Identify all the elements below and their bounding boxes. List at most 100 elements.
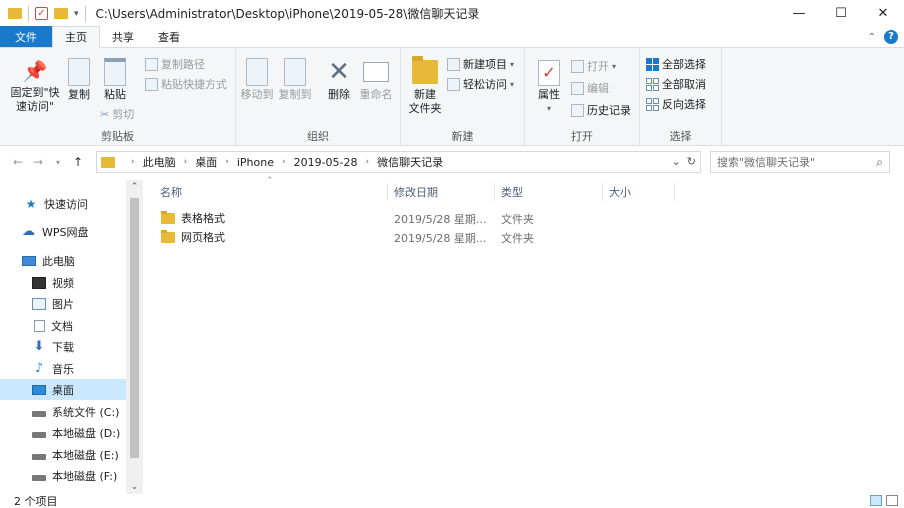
tab-file[interactable]: 文件 bbox=[0, 26, 52, 47]
picture-icon bbox=[32, 297, 46, 310]
column-header-name[interactable]: 名称 bbox=[160, 181, 182, 203]
scrollbar-thumb[interactable] bbox=[130, 198, 139, 458]
breadcrumb-separator-icon[interactable]: › bbox=[366, 157, 370, 167]
delete-label: 删除 bbox=[328, 88, 350, 101]
table-row[interactable]: 表格格式 2019/5/28 星期... 文件夹 bbox=[153, 208, 534, 227]
tab-home[interactable]: 主页 bbox=[52, 26, 100, 48]
easy-access-button[interactable]: 轻松访问 ▾ bbox=[447, 76, 514, 92]
breadcrumb-separator-icon[interactable]: › bbox=[184, 157, 188, 167]
separator bbox=[84, 5, 86, 22]
breadcrumb-separator-icon[interactable]: › bbox=[282, 157, 286, 167]
cut-button[interactable]: ✂ 剪切 bbox=[100, 106, 134, 122]
recent-locations-chevron-icon[interactable]: ▾ bbox=[48, 158, 68, 167]
large-icons-view-icon[interactable] bbox=[886, 495, 898, 506]
desktop-icon bbox=[32, 384, 46, 395]
new-item-button[interactable]: 新建项目 ▾ bbox=[447, 56, 514, 72]
navigation-scrollbar[interactable]: ⌃ ⌄ bbox=[126, 180, 143, 494]
nav-item-pictures[interactable]: 图片 bbox=[0, 293, 126, 314]
edit-button[interactable]: 编辑 bbox=[571, 80, 609, 96]
new-folder-button[interactable]: 新建 文件夹 bbox=[405, 56, 445, 116]
nav-item-label: 视频 bbox=[52, 276, 74, 290]
delete-icon: ✕ bbox=[328, 57, 350, 87]
column-divider[interactable] bbox=[494, 183, 495, 201]
nav-item-drive-e[interactable]: 本地磁盘 (E:) bbox=[0, 444, 126, 465]
properties-quick-icon[interactable]: ✓ bbox=[35, 7, 48, 20]
nav-item-drive-f[interactable]: 本地磁盘 (F:) bbox=[0, 465, 126, 486]
clipboard-group: 📌 固定到"快 速访问" 复制 粘贴 复制路径 粘贴快捷方式 ✂ 剪切 剪贴板 bbox=[0, 48, 236, 146]
scroll-up-icon[interactable]: ⌃ bbox=[126, 182, 143, 192]
nav-item-label: 本地磁盘 (D:) bbox=[52, 426, 121, 440]
paste-button[interactable]: 粘贴 bbox=[100, 58, 130, 102]
column-header-date[interactable]: 修改日期 bbox=[394, 181, 438, 203]
cloud-icon: ☁ bbox=[22, 223, 35, 239]
nav-item-drive-d[interactable]: 本地磁盘 (D:) bbox=[0, 422, 126, 443]
nav-item-desktop[interactable]: 桌面 bbox=[0, 379, 126, 400]
history-button[interactable]: 历史记录 bbox=[571, 102, 631, 118]
breadcrumb-item[interactable]: 此电脑 bbox=[143, 154, 176, 170]
address-history-chevron-icon[interactable]: ⌄ bbox=[672, 155, 681, 168]
up-arrow-icon[interactable]: ↑ bbox=[68, 155, 88, 169]
refresh-icon[interactable]: ↻ bbox=[687, 155, 696, 168]
breadcrumb-item[interactable]: 2019-05-28 bbox=[294, 156, 358, 169]
scroll-down-icon[interactable]: ⌄ bbox=[126, 482, 143, 492]
rename-button[interactable]: 重命名 bbox=[358, 58, 394, 102]
breadcrumb-item[interactable]: iPhone bbox=[237, 156, 274, 169]
open-button[interactable]: 打开 ▾ bbox=[571, 58, 616, 74]
ribbon-tabs: 文件 主页 共享 查看 ⌃ ? bbox=[0, 26, 904, 48]
help-icon[interactable]: ? bbox=[884, 30, 898, 44]
nav-item-downloads[interactable]: ⬇ 下载 bbox=[0, 336, 126, 357]
nav-item-videos[interactable]: 视频 bbox=[0, 272, 126, 293]
nav-item-music[interactable]: ♪ 音乐 bbox=[0, 358, 126, 379]
minimize-button[interactable]: — bbox=[778, 0, 820, 27]
column-header-size[interactable]: 大小 bbox=[609, 181, 631, 203]
column-divider[interactable] bbox=[387, 183, 388, 201]
breadcrumb-item[interactable]: 微信聊天记录 bbox=[377, 154, 443, 170]
invert-selection-button[interactable]: 反向选择 bbox=[646, 96, 706, 112]
details-view-icon[interactable] bbox=[870, 495, 882, 506]
search-icon[interactable]: ⌕ bbox=[876, 155, 883, 170]
copy-button[interactable]: 复制 bbox=[64, 58, 94, 102]
easy-access-label: 轻松访问 bbox=[463, 78, 507, 91]
nav-item-documents[interactable]: 文档 bbox=[0, 315, 126, 336]
file-type: 文件夹 bbox=[501, 213, 534, 226]
breadcrumb-separator-icon[interactable]: › bbox=[131, 157, 135, 167]
nav-item-wps-cloud[interactable]: ☁ WPS网盘 bbox=[0, 221, 126, 242]
table-row[interactable]: 网页格式 2019/5/28 星期... 文件夹 bbox=[153, 227, 534, 246]
customize-toolbar-arrow-icon[interactable]: ▾ bbox=[74, 9, 79, 19]
folder-icon bbox=[101, 156, 115, 168]
select-group-label: 选择 bbox=[669, 130, 692, 143]
dropdown-arrow-icon: ▾ bbox=[510, 79, 515, 89]
select-none-button[interactable]: 全部取消 bbox=[646, 76, 706, 92]
search-box[interactable]: ⌕ bbox=[710, 151, 890, 173]
new-folder-quick-icon[interactable] bbox=[54, 8, 68, 19]
column-header-type[interactable]: 类型 bbox=[501, 181, 523, 203]
collapse-ribbon-icon[interactable]: ⌃ bbox=[868, 32, 876, 43]
nav-item-this-pc[interactable]: 此电脑 bbox=[0, 250, 126, 271]
paste-shortcut-button[interactable]: 粘贴快捷方式 bbox=[145, 76, 227, 92]
maximize-button[interactable]: ☐ bbox=[820, 0, 862, 27]
nav-item-label: 快速访问 bbox=[44, 197, 88, 211]
select-all-button[interactable]: 全部选择 bbox=[646, 56, 706, 72]
tab-view[interactable]: 查看 bbox=[146, 26, 192, 47]
breadcrumb-separator-icon[interactable]: › bbox=[225, 157, 229, 167]
pin-quick-access-button[interactable]: 📌 固定到"快 速访问" bbox=[6, 58, 64, 114]
history-icon bbox=[571, 103, 584, 117]
nav-item-quick-access[interactable]: ★ 快速访问 bbox=[0, 193, 126, 214]
forward-arrow-icon[interactable]: → bbox=[28, 155, 48, 169]
drive-icon bbox=[32, 474, 46, 481]
column-divider[interactable] bbox=[674, 183, 675, 201]
close-button[interactable]: ✕ bbox=[862, 0, 904, 27]
rename-icon bbox=[363, 62, 389, 82]
address-bar[interactable]: › 此电脑 › 桌面 › iPhone › 2019-05-28 › 微信聊天记… bbox=[96, 151, 701, 173]
copy-to-button[interactable]: 复制到 bbox=[278, 58, 312, 102]
delete-button[interactable]: ✕ 删除 bbox=[324, 58, 354, 102]
breadcrumb-item[interactable]: 桌面 bbox=[195, 154, 217, 170]
search-input[interactable] bbox=[717, 155, 867, 169]
tab-share[interactable]: 共享 bbox=[100, 26, 146, 47]
properties-button[interactable]: ✓ 属性 ▾ bbox=[535, 58, 563, 116]
nav-item-drive-c[interactable]: 系统文件 (C:) bbox=[0, 401, 126, 422]
move-to-button[interactable]: 移动到 bbox=[240, 58, 274, 102]
column-divider[interactable] bbox=[602, 183, 603, 201]
back-arrow-icon[interactable]: ← bbox=[8, 155, 28, 169]
copy-path-button[interactable]: 复制路径 bbox=[145, 56, 205, 72]
